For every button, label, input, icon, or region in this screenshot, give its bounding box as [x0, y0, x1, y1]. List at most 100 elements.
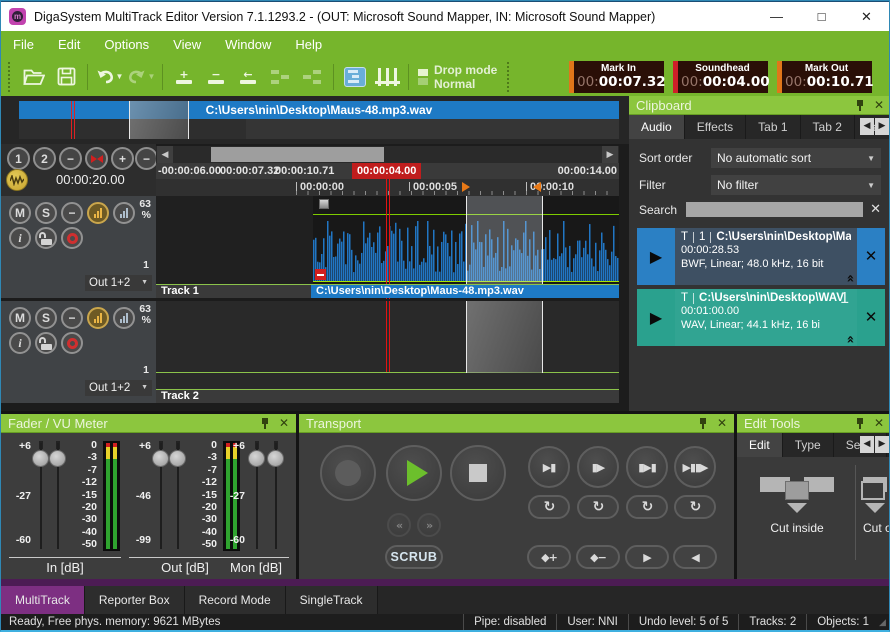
redo-dropdown-icon[interactable]: ▼ [148, 72, 156, 81]
tab-scroll-left-icon[interactable]: ◀ [860, 436, 874, 453]
collapse-tracks-button[interactable]: − [59, 147, 82, 170]
minimize-track-button[interactable]: − [61, 202, 83, 224]
forward-button[interactable]: » [417, 513, 441, 537]
play-around-button[interactable]: ▶▮▮▶ [674, 446, 716, 488]
mark-in-display[interactable]: Mark In 00:00:07.32 [569, 61, 664, 93]
loop-button-4[interactable]: ↻ [674, 495, 716, 519]
fader-knob[interactable] [267, 450, 284, 467]
tab-audio[interactable]: Audio [629, 115, 685, 139]
close-panel-icon[interactable]: ✕ [717, 417, 727, 429]
mark-out-display[interactable]: Mark Out 00:00:10.71 [777, 61, 872, 93]
output-selector[interactable]: Out 1+2▼ [85, 275, 152, 291]
mixer-view-icon[interactable] [372, 62, 402, 92]
clip-handle[interactable] [319, 199, 329, 209]
fader-knob[interactable] [152, 450, 169, 467]
clear-search-icon[interactable]: ✕ [870, 203, 881, 216]
meter-gold-button[interactable] [87, 307, 109, 329]
record-arm-button[interactable] [61, 332, 83, 354]
soundhead-display[interactable]: Soundhead 00:00:04.00 [673, 61, 768, 93]
track-1-lane[interactable] [156, 196, 619, 284]
loop-button-3[interactable]: ↻ [626, 495, 668, 519]
fader-slider[interactable] [51, 441, 65, 551]
tab-reporter-box[interactable]: Reporter Box [85, 586, 185, 614]
meter-blue-button[interactable] [113, 202, 135, 224]
lock-button[interactable] [35, 332, 57, 354]
loop-button-2[interactable]: ↻ [577, 495, 619, 519]
track-name[interactable]: Track 1 [156, 285, 311, 298]
resize-grip-icon[interactable]: ◢ [879, 614, 890, 631]
overview-clip-bar[interactable]: C:\Users\nin\Desktop\Maus-48.mp3.wav [19, 101, 619, 119]
mark-out-flag-icon[interactable] [533, 182, 541, 192]
scroll-left-icon[interactable]: ◀ [157, 146, 173, 163]
play-entry-button[interactable]: ▶ [637, 228, 675, 285]
tab-effects[interactable]: Effects [685, 115, 746, 139]
entry-info[interactable]: T C:\Users\nin\Desktop\WAV 1 00:01:00.00… [675, 289, 857, 346]
overview-viewport-box[interactable] [129, 101, 189, 139]
meter-blue-button[interactable] [113, 307, 135, 329]
next-marker-button[interactable]: ▶ [625, 545, 669, 569]
redo-button[interactable]: ▼ [126, 62, 156, 92]
fader-slider[interactable] [154, 441, 168, 551]
close-panel-icon[interactable]: ✕ [874, 417, 884, 429]
play-from-soundhead-button[interactable]: ▮▶ [577, 446, 619, 488]
cut-inside-tool[interactable]: Cut inside [749, 471, 845, 535]
mark-in-flag-icon[interactable] [462, 182, 470, 192]
tab-singletrack[interactable]: SingleTrack [286, 586, 378, 614]
menu-edit[interactable]: Edit [58, 37, 80, 52]
lock-button[interactable] [35, 227, 57, 249]
menu-options[interactable]: Options [104, 37, 149, 52]
solo-button[interactable]: S [35, 307, 57, 329]
track-2-lane[interactable] [156, 301, 619, 389]
waveform-display-button[interactable] [6, 169, 28, 191]
clipboard-entry-1[interactable]: ▶ T 1 C:\Users\nin\Desktop\Mau 00:00:28.… [637, 228, 885, 285]
pin-icon[interactable] [856, 418, 864, 429]
fader-slider[interactable] [250, 441, 264, 551]
pin-icon[interactable] [699, 418, 707, 429]
cut-outside-tool[interactable]: Cut o [863, 471, 890, 535]
fader-slider[interactable] [34, 441, 48, 551]
remove-entry-button[interactable]: ✕ [857, 289, 885, 346]
clip-title-bar[interactable]: C:\Users\nin\Desktop\Maus-48.mp3.wav [311, 285, 619, 298]
filter-select[interactable]: No filter▼ [711, 175, 881, 195]
show-track-1-button[interactable]: 1 [7, 147, 30, 170]
toolbar-grip[interactable] [8, 62, 14, 92]
play-to-soundhead-button[interactable]: ▶▮ [528, 446, 570, 488]
tab-scroll-right-icon[interactable]: ▶ [875, 436, 889, 453]
remove-track-icon[interactable]: − [201, 62, 231, 92]
previous-marker-button[interactable]: ◀ [673, 545, 717, 569]
save-icon[interactable] [51, 62, 81, 92]
mute-button[interactable]: M [9, 307, 31, 329]
drop-mode-control[interactable]: Drop mode Normal [418, 63, 497, 91]
menu-view[interactable]: View [173, 37, 201, 52]
tab-record-mode[interactable]: Record Mode [185, 586, 286, 614]
group-objects-icon[interactable] [265, 62, 295, 92]
ruler-playhead[interactable] [386, 179, 390, 196]
toolbar-grip-2[interactable] [507, 62, 513, 92]
solo-button[interactable]: S [35, 202, 57, 224]
record-button[interactable] [320, 445, 376, 501]
clip-start-marker[interactable] [315, 269, 326, 280]
project-overview[interactable]: C:\Users\nin\Desktop\Maus-48.mp3.wav [1, 96, 629, 144]
play-entry-button[interactable]: ▶ [637, 289, 675, 346]
scrub-button[interactable]: SCRUB [385, 545, 443, 569]
fader-knob[interactable] [169, 450, 186, 467]
expand-entry-icon[interactable]: « [843, 274, 856, 282]
close-panel-icon[interactable]: ✕ [874, 99, 884, 111]
tab-multitrack[interactable]: MultiTrack [1, 586, 85, 614]
record-arm-button[interactable] [61, 227, 83, 249]
menu-help[interactable]: Help [295, 37, 322, 52]
tab-tab1[interactable]: Tab 1 [746, 115, 800, 139]
scroll-right-icon[interactable]: ▶ [602, 146, 618, 163]
menu-file[interactable]: File [13, 37, 34, 52]
pin-icon[interactable] [856, 100, 864, 111]
remove-entry-button[interactable]: ✕ [857, 228, 885, 285]
mute-button[interactable]: M [9, 202, 31, 224]
arrange-view-icon[interactable] [340, 62, 370, 92]
fader-knob[interactable] [248, 450, 265, 467]
maximize-button[interactable]: □ [799, 2, 844, 31]
remove-marker-button[interactable]: ◆− [576, 545, 620, 569]
rewind-button[interactable]: « [387, 513, 411, 537]
tab-scroll-left-icon[interactable]: ◀ [860, 118, 874, 135]
snap-to-start-icon[interactable]: ← [233, 62, 263, 92]
track-name[interactable]: Track 2 [156, 390, 311, 403]
